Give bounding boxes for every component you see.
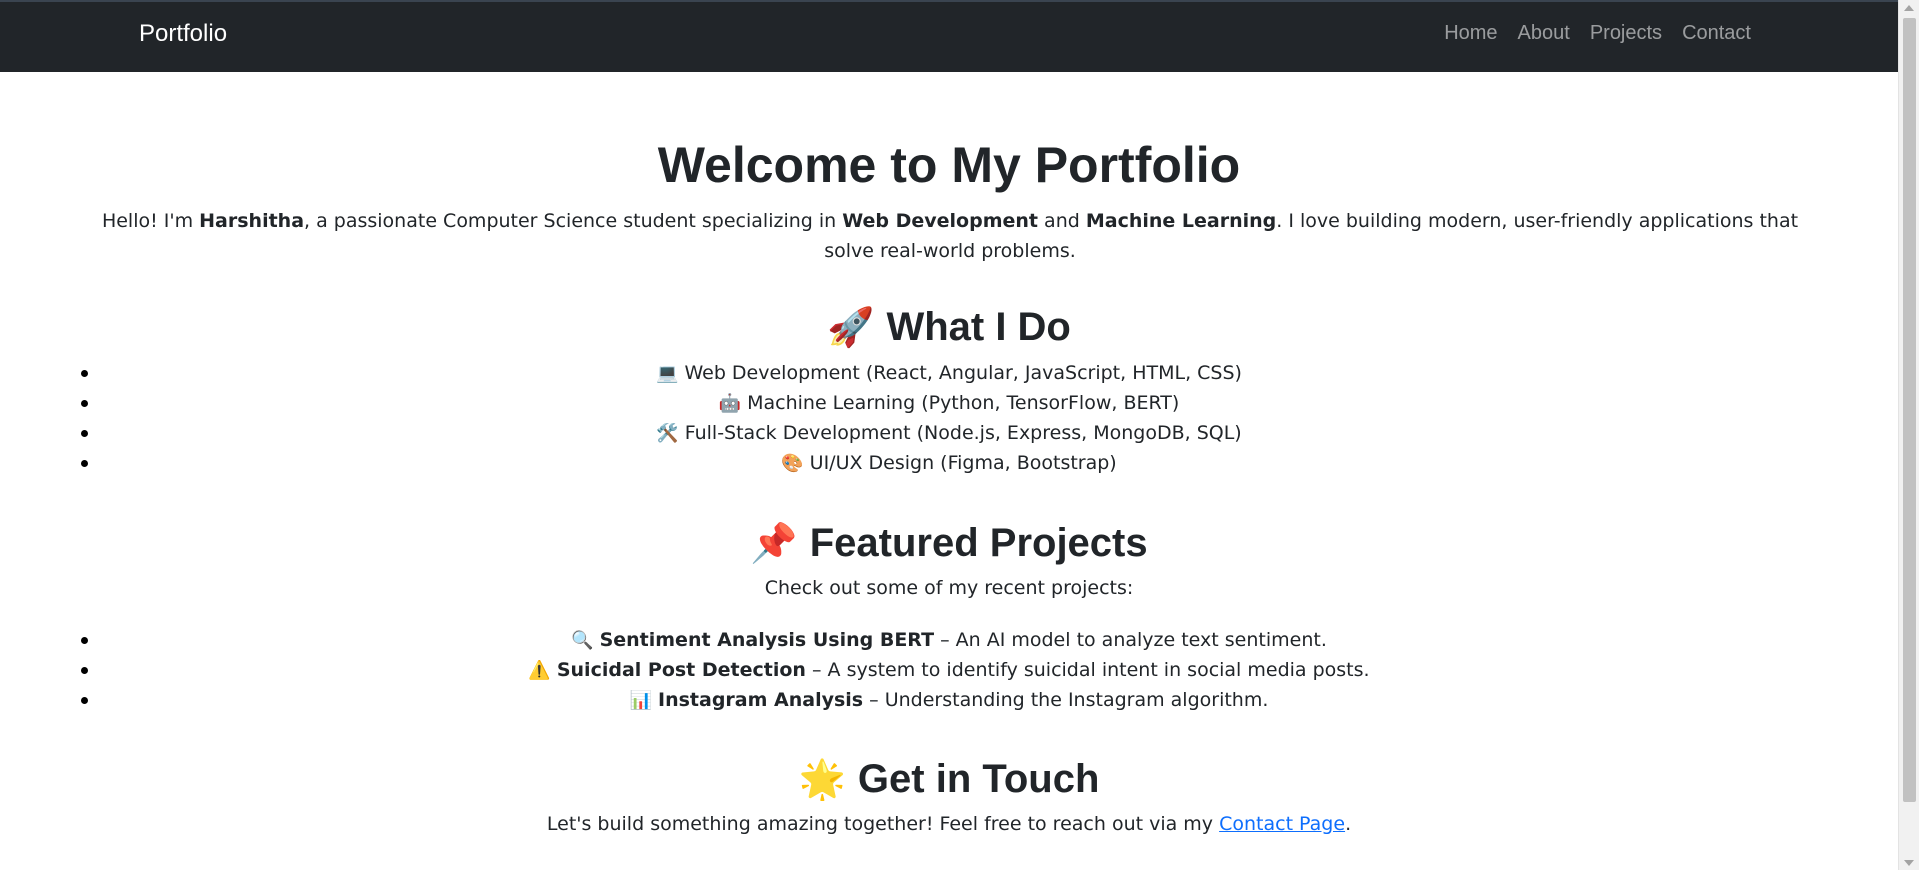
project-desc: – A system to identify suicidal intent i… bbox=[805, 659, 1370, 681]
list-item-text: Machine Learning (Python, TensorFlow, BE… bbox=[747, 392, 1180, 414]
intro-text-3: and bbox=[1038, 210, 1086, 232]
project-desc: – Understanding the Instagram algorithm. bbox=[863, 689, 1269, 711]
contact-paragraph: Let's build something amazing together! … bbox=[0, 813, 1898, 835]
what-i-do-title: What I Do bbox=[886, 305, 1071, 349]
scroll-down-icon[interactable] bbox=[1904, 860, 1914, 866]
list-item: 💻 Web Development (React, Angular, JavaSc… bbox=[0, 358, 1898, 388]
projects-list: 🔍 Sentiment Analysis Using BERT – An AI m… bbox=[0, 625, 1898, 715]
bar-chart-icon: 📊 bbox=[629, 690, 653, 711]
what-i-do-list: 💻 Web Development (React, Angular, JavaSc… bbox=[0, 358, 1898, 478]
project-title: Suicidal Post Detection bbox=[556, 659, 806, 681]
contact-heading: 🌟 Get in Touch bbox=[0, 754, 1898, 805]
projects-subtitle: Check out some of my recent projects: bbox=[764, 577, 1134, 599]
list-item-text: UI/UX Design (Figma, Bootstrap) bbox=[809, 452, 1117, 474]
tools-icon: 🛠️ bbox=[656, 423, 679, 444]
intro-skill-web: Web Development bbox=[842, 210, 1039, 232]
laptop-icon: 💻 bbox=[656, 363, 679, 384]
project-title: Instagram Analysis bbox=[658, 689, 864, 711]
intro-text-2: , a passionate Computer Science student … bbox=[304, 210, 843, 232]
pushpin-icon: 📌 bbox=[750, 523, 798, 565]
project-title: Sentiment Analysis Using BERT bbox=[599, 629, 935, 651]
contact-text: Let's build something amazing together! … bbox=[546, 813, 1220, 835]
nav-link-projects[interactable]: Projects bbox=[1590, 22, 1662, 45]
nav-link-contact[interactable]: Contact bbox=[1682, 22, 1751, 45]
intro-name: Harshitha bbox=[199, 210, 305, 232]
magnifier-icon: 🔍 bbox=[571, 630, 594, 651]
contact-title: Get in Touch bbox=[857, 757, 1100, 801]
list-item: ⚠️ Suicidal Post Detection – A system to … bbox=[0, 655, 1898, 685]
list-item-text: Web Development (React, Angular, JavaScr… bbox=[684, 362, 1242, 384]
robot-icon: 🤖 bbox=[718, 393, 742, 414]
page-title: Welcome to My Portfolio bbox=[657, 137, 1241, 193]
warning-icon: ⚠️ bbox=[528, 660, 551, 681]
nav-link-about[interactable]: About bbox=[1518, 22, 1570, 45]
navbar: Portfolio Home About Projects Contact bbox=[0, 0, 1898, 72]
rocket-icon: 🚀 bbox=[827, 307, 875, 349]
list-item: 🛠️ Full-Stack Development (Node.js, Expre… bbox=[0, 418, 1898, 448]
nav-link-home[interactable]: Home bbox=[1444, 22, 1497, 45]
contact-text-end: . bbox=[1345, 813, 1352, 835]
projects-heading: 📌 Featured Projects bbox=[0, 518, 1898, 569]
list-item: 📊 Instagram Analysis – Understanding the … bbox=[0, 685, 1898, 715]
palette-icon: 🎨 bbox=[781, 453, 804, 474]
intro-text-1: Hello! I'm bbox=[101, 210, 200, 232]
intro-paragraph: Hello! I'm Harshitha, a passionate Compu… bbox=[95, 206, 1805, 266]
projects-title: Featured Projects bbox=[809, 521, 1148, 565]
intro-skill-ml: Machine Learning bbox=[1085, 210, 1277, 232]
scroll-thumb[interactable] bbox=[1903, 18, 1916, 802]
contact-page-link[interactable]: Contact Page bbox=[1219, 813, 1345, 835]
star-icon: 🌟 bbox=[798, 759, 846, 801]
list-item: 🔍 Sentiment Analysis Using BERT – An AI m… bbox=[0, 625, 1898, 655]
project-desc: – An AI model to analyze text sentiment. bbox=[934, 629, 1327, 651]
list-item: 🤖 Machine Learning (Python, TensorFlow, B… bbox=[0, 388, 1898, 418]
list-item-text: Full-Stack Development (Node.js, Express… bbox=[684, 422, 1242, 444]
scrollbar[interactable] bbox=[1898, 0, 1919, 870]
scroll-up-icon[interactable] bbox=[1904, 5, 1914, 11]
list-item: 🎨 UI/UX Design (Figma, Bootstrap) bbox=[0, 448, 1898, 478]
what-i-do-heading: 🚀 What I Do bbox=[0, 302, 1898, 353]
brand-link[interactable]: Portfolio bbox=[139, 20, 227, 48]
nav-links: Home About Projects Contact bbox=[1444, 22, 1751, 45]
